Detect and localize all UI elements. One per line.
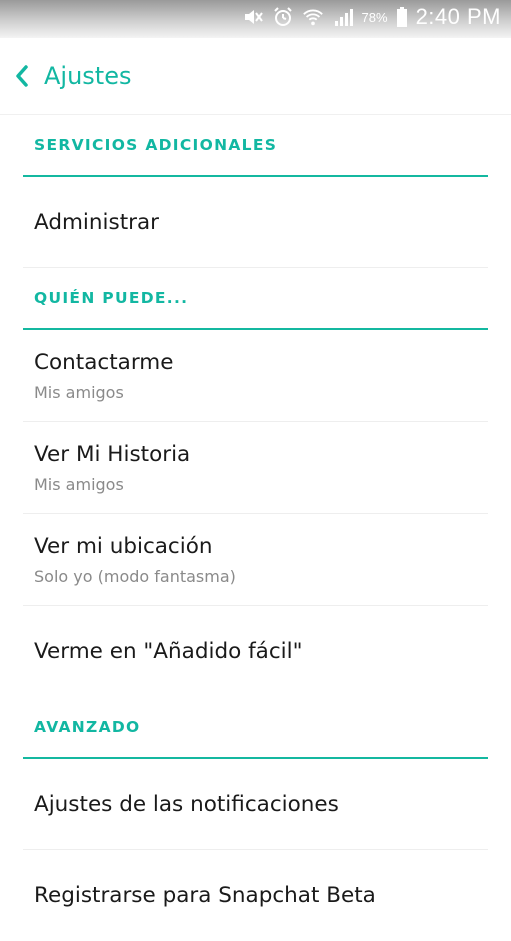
header-bar: Ajustes [0, 38, 511, 115]
settings-item-label: Verme en "Añadido fácil" [34, 639, 303, 664]
status-time: 2:40 PM [415, 4, 501, 29]
settings-item-label: Ver mi ubicación [34, 533, 213, 559]
settings-item-label: Ver Mi Historia [34, 441, 191, 467]
status-bar: 78% 2:40 PM [0, 0, 511, 38]
mute-icon [242, 6, 264, 28]
settings-item-label: Ajustes de las notificaciones [34, 791, 339, 817]
section-header-quien-puede: QUIÉN PUEDE... [23, 268, 488, 330]
wifi-icon [302, 6, 324, 28]
settings-item-value: Mis amigos [34, 474, 124, 494]
alarm-icon [272, 6, 294, 28]
section-header-servicios-adicionales: SERVICIOS ADICIONALES [23, 115, 488, 177]
settings-item-notificaciones[interactable]: Ajustes de las notificaciones [23, 759, 488, 850]
settings-list: SERVICIOS ADICIONALES Administrar QUIÉN … [0, 115, 511, 941]
back-button[interactable] [14, 51, 30, 101]
settings-item-ver-mi-historia[interactable]: Ver Mi Historia Mis amigos [23, 422, 488, 514]
chevron-left-icon [14, 64, 30, 88]
settings-item-administrar[interactable]: Administrar [23, 177, 488, 268]
settings-item-contactarme[interactable]: Contactarme Mis amigos [23, 330, 488, 422]
page-title: Ajustes [44, 62, 132, 90]
settings-item-label: Administrar [34, 209, 159, 235]
settings-item-value: Solo yo (modo fantasma) [34, 566, 236, 586]
settings-item-label: Contactarme [34, 349, 174, 375]
battery-percent: 78% [361, 9, 388, 25]
settings-item-label: Registrarse para Snapchat Beta [34, 883, 376, 908]
settings-item-value: Mis amigos [34, 382, 124, 402]
settings-item-anadido-facil[interactable]: Verme en "Añadido fácil" [23, 606, 488, 697]
section-header-avanzado: AVANZADO [23, 697, 488, 759]
signal-icon [332, 6, 354, 28]
settings-item-snapchat-beta[interactable]: Registrarse para Snapchat Beta [23, 850, 488, 941]
battery-icon [396, 6, 408, 28]
settings-item-ver-mi-ubicacion[interactable]: Ver mi ubicación Solo yo (modo fantasma) [23, 514, 488, 606]
